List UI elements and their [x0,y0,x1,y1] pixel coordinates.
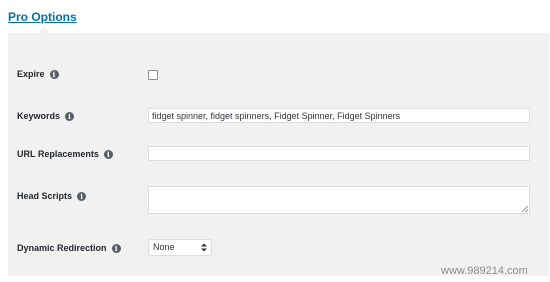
url-replacements-label: URL Replacements [17,149,99,159]
info-icon[interactable]: i [65,111,75,121]
select-arrows-icon [201,243,207,252]
dynamic-redirection-label-row: Dynamic Redirection i [17,243,121,253]
options-panel: Expire i Keywords i fidget spinner, fidg… [8,27,549,276]
info-icon[interactable]: i [111,243,121,253]
pro-options-tab[interactable]: Pro Options [8,10,77,24]
tab-notch [38,27,50,33]
dynamic-redirection-select[interactable]: None [148,239,212,256]
keywords-input[interactable]: fidget spinner, fidget spinners, Fidget … [148,108,530,123]
keywords-label: Keywords [17,111,61,121]
info-icon[interactable]: i [49,69,59,79]
dynamic-redirection-label: Dynamic Redirection [17,243,107,253]
info-icon[interactable]: i [103,149,113,159]
head-scripts-label: Head Scripts [17,191,73,201]
info-icon[interactable]: i [77,191,87,201]
expire-checkbox[interactable] [148,70,158,80]
expire-label-row: Expire i [17,69,59,79]
pro-options-page: Pro Options Expire i Keywords i fidget s… [0,0,550,282]
url-replacements-input[interactable] [148,146,530,161]
keywords-label-row: Keywords i [17,111,75,121]
head-scripts-label-row: Head Scripts i [17,191,87,201]
expire-label: Expire [17,69,45,79]
resize-grip-icon[interactable] [522,206,528,212]
url-replacements-label-row: URL Replacements i [17,149,113,159]
watermark: www.989214.com [441,265,528,277]
dynamic-redirection-value: None [153,242,175,252]
head-scripts-textarea[interactable] [148,186,530,214]
